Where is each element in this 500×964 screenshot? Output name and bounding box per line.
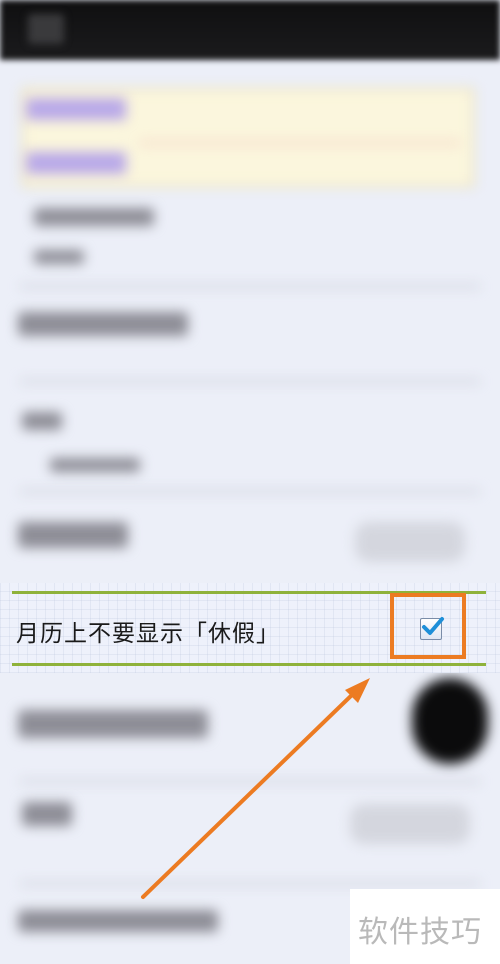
blurred-settings-background xyxy=(0,60,500,964)
setting-label: 月历上不要显示「休假」 xyxy=(16,621,280,647)
blurred-text xyxy=(22,802,72,826)
row-divider-bottom xyxy=(12,663,486,666)
blurred-text xyxy=(34,250,84,264)
blurred-button xyxy=(350,804,470,844)
blurred-text xyxy=(22,412,62,430)
blurred-event-tag xyxy=(26,98,126,120)
blurred-event-tag xyxy=(26,152,126,174)
blurred-divider xyxy=(140,142,460,144)
blurred-text xyxy=(34,208,154,226)
blurred-divider xyxy=(20,285,480,288)
blurred-text xyxy=(18,910,218,932)
hide-holidays-setting-row[interactable]: 月历上不要显示「休假」 xyxy=(0,583,500,673)
blurred-toggle xyxy=(412,678,488,764)
blurred-text xyxy=(18,522,128,548)
app-icon xyxy=(28,14,64,44)
blurred-divider xyxy=(20,882,480,885)
watermark-text: 软件技巧 xyxy=(358,915,482,950)
blurred-divider xyxy=(20,380,480,383)
blurred-button xyxy=(355,522,465,562)
blurred-divider xyxy=(20,490,480,493)
watermark: 软件技巧 xyxy=(350,889,500,964)
blurred-text xyxy=(18,312,188,336)
blurred-divider xyxy=(20,780,480,783)
blurred-text xyxy=(50,458,140,472)
status-bar xyxy=(0,0,500,60)
blurred-text xyxy=(18,710,208,738)
checkbox-highlight xyxy=(390,593,466,659)
